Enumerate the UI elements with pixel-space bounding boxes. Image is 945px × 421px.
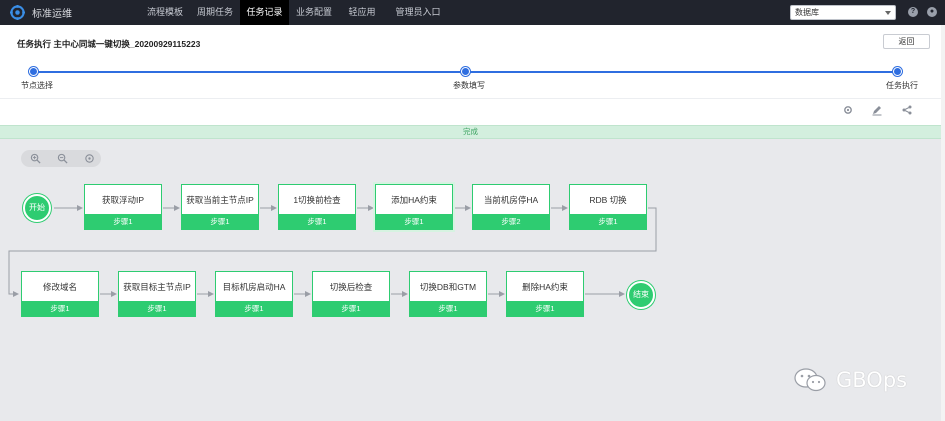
flow-node-modify-domain[interactable]: 修改域名 步骤1: [21, 271, 99, 317]
node-step: 步骤1: [410, 301, 486, 316]
node-step: 步骤1: [182, 214, 258, 229]
node-step: 步骤1: [507, 301, 583, 316]
node-step: 步骤1: [119, 301, 195, 316]
flow-node-get-floating-ip[interactable]: 获取浮动IP 步骤1: [84, 184, 162, 230]
flow-node-rdb-switch[interactable]: RDB 切换 步骤1: [569, 184, 647, 230]
node-title: 获取目标主节点IP: [123, 282, 191, 292]
zoom-toolbar: [21, 150, 101, 167]
app-brand[interactable]: 标准运维: [10, 4, 72, 21]
nav-periodic-task[interactable]: 周期任务: [190, 0, 240, 25]
node-step: 步骤2: [473, 214, 549, 229]
node-title: 目标机房启动HA: [222, 282, 286, 292]
flow-node-add-ha-constraint[interactable]: 添加HA约束 步骤1: [375, 184, 453, 230]
help-icon[interactable]: ?: [908, 7, 918, 17]
flow-node-post-switch-check[interactable]: 切换后检查 步骤1: [312, 271, 390, 317]
node-step: 步骤1: [376, 214, 452, 229]
view-icon[interactable]: [842, 104, 854, 116]
step-label-node-select: 节点选择: [21, 81, 53, 90]
end-node[interactable]: 结束: [627, 281, 655, 309]
node-title: 删除HA约束: [522, 282, 568, 292]
node-step: 步骤1: [570, 214, 646, 229]
page-title: 任务执行 主中心同城一键切换_20200929115223: [17, 39, 201, 49]
node-step: 步骤1: [22, 301, 98, 316]
node-title: 修改域名: [42, 282, 77, 292]
nav-light-app[interactable]: 轻应用: [339, 0, 385, 25]
nav-admin-entry[interactable]: 管理员入口: [385, 0, 451, 25]
node-title: 当前机房停HA: [483, 195, 539, 205]
flow-node-pre-switch-check[interactable]: 1切换前检查 步骤1: [278, 184, 356, 230]
watermark-text: GBOps: [836, 368, 908, 392]
flow-node-remove-ha-constraint[interactable]: 删除HA约束 步骤1: [506, 271, 584, 317]
chevron-down-icon: [885, 11, 891, 15]
wechat-logo-icon: [794, 368, 826, 392]
flow-node-switch-db-gtm[interactable]: 切换DB和GTM 步骤1: [409, 271, 487, 317]
task-status-bar: 完成: [0, 125, 941, 139]
nav-business-config[interactable]: 业务配置: [289, 0, 339, 25]
zoom-out-icon[interactable]: [57, 153, 68, 164]
node-step: 步骤1: [279, 214, 355, 229]
node-step: 步骤1: [85, 214, 161, 229]
user-icon[interactable]: ●: [927, 7, 937, 17]
business-select-value: 数据库: [795, 8, 819, 17]
nav-flow-template[interactable]: 流程模板: [140, 0, 190, 25]
progress-dot-node-select: [29, 67, 38, 76]
flow-node-start-ha-target-room[interactable]: 目标机房启动HA 步骤1: [215, 271, 293, 317]
share-icon[interactable]: [901, 104, 913, 116]
node-title: 获取浮动IP: [101, 195, 145, 205]
node-title: 1切换前检查: [293, 195, 341, 205]
step-label-param-fill: 参数填写: [453, 81, 485, 90]
gear-logo-icon: [10, 5, 25, 20]
node-title: 切换后检查: [329, 282, 373, 292]
edit-icon[interactable]: [871, 104, 883, 116]
node-step: 步骤1: [216, 301, 292, 316]
node-step: 步骤1: [313, 301, 389, 316]
top-navbar: 标准运维 流程模板 周期任务 任务记录 业务配置 轻应用 管理员入口 数据库 ?…: [0, 0, 945, 25]
task-header: 任务执行 主中心同城一键切换_20200929115223 返回 节点选择 参数…: [0, 25, 941, 125]
business-select[interactable]: 数据库: [790, 5, 896, 20]
node-title: 切换DB和GTM: [419, 282, 477, 292]
vertical-scrollbar[interactable]: [941, 25, 945, 421]
zoom-in-icon[interactable]: [30, 153, 41, 164]
progress-dot-task-exec: [893, 67, 902, 76]
node-title: 添加HA约束: [391, 195, 437, 205]
node-title: 获取当前主节点IP: [186, 195, 254, 205]
step-label-task-exec: 任务执行: [886, 81, 918, 90]
flow-node-stop-ha-current-room[interactable]: 当前机房停HA 步骤2: [472, 184, 550, 230]
back-button[interactable]: 返回: [883, 34, 930, 49]
flow-node-get-current-master-ip[interactable]: 获取当前主节点IP 步骤1: [181, 184, 259, 230]
flow-node-get-target-master-ip[interactable]: 获取目标主节点IP 步骤1: [118, 271, 196, 317]
watermark: GBOps: [792, 366, 907, 394]
start-node[interactable]: 开始: [23, 194, 51, 222]
reset-zoom-icon[interactable]: [84, 153, 95, 164]
header-divider: [0, 98, 941, 99]
app-title: 标准运维: [32, 9, 72, 20]
node-title: RDB 切换: [589, 195, 627, 205]
progress-dot-param-fill: [461, 67, 470, 76]
nav-task-record[interactable]: 任务记录: [240, 0, 289, 25]
